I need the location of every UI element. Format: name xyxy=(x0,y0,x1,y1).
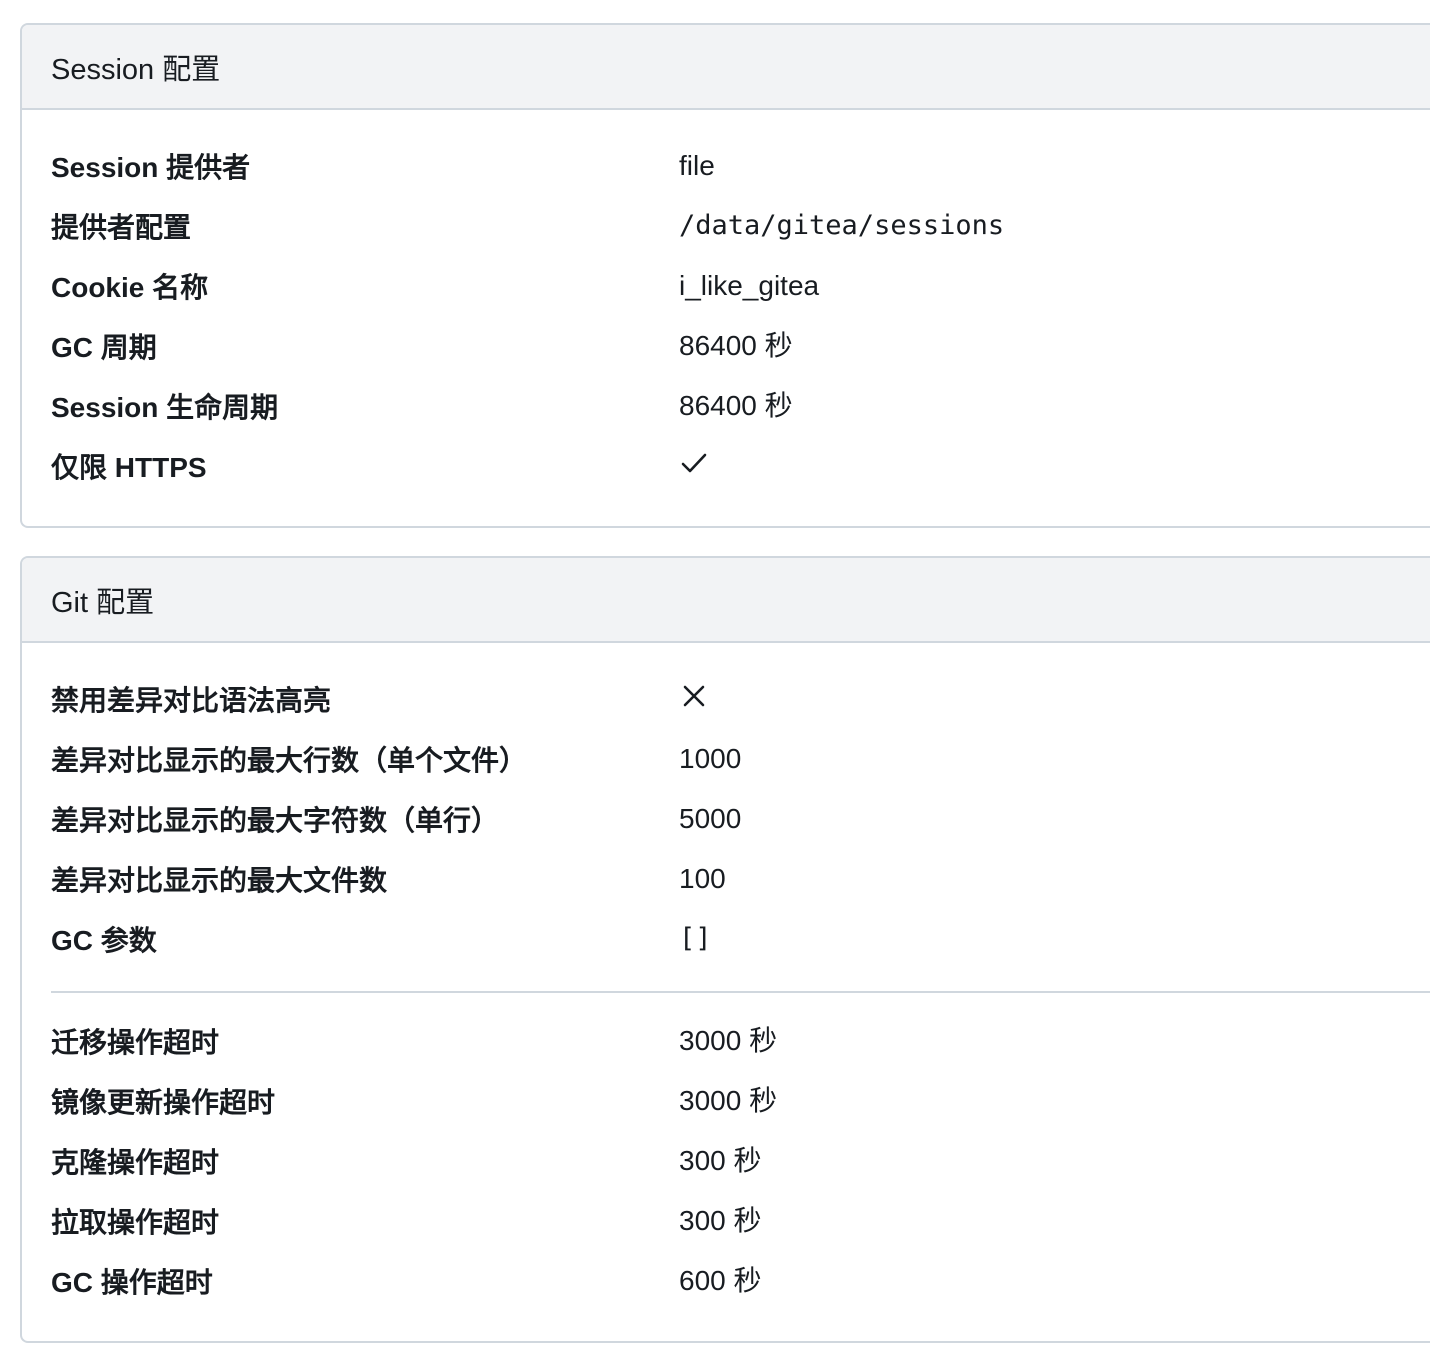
git-config-title: Git 配置 xyxy=(22,558,1430,643)
config-row: Cookie 名称 i_like_gitea xyxy=(22,258,1430,318)
config-label: GC 操作超时 xyxy=(51,1267,213,1298)
config-label: Session 提供者 xyxy=(51,152,251,183)
config-row: Session 生命周期 86400 秒 xyxy=(22,378,1430,438)
config-value: 3000 秒 xyxy=(679,1085,778,1116)
config-value: 3000 秒 xyxy=(679,1025,778,1056)
config-value: 600 秒 xyxy=(679,1265,762,1296)
config-label: 迁移操作超时 xyxy=(51,1027,220,1058)
config-value: 300 秒 xyxy=(679,1205,762,1236)
config-label: GC 参数 xyxy=(51,925,157,956)
config-value: 86400 秒 xyxy=(679,390,793,421)
config-label: 镜像更新操作超时 xyxy=(51,1087,276,1118)
config-value: i_like_gitea xyxy=(679,270,820,301)
session-config-title: Session 配置 xyxy=(22,25,1430,110)
config-label: 拉取操作超时 xyxy=(51,1207,220,1238)
config-label: 差异对比显示的最大行数（单个文件） xyxy=(51,745,528,776)
config-row: 克隆操作超时 300 秒 xyxy=(22,1133,1430,1193)
config-row: 差异对比显示的最大文件数 100 xyxy=(22,851,1430,911)
session-config-panel: Session 配置 Session 提供者 file 提供者配置 /data/… xyxy=(20,23,1430,528)
config-row: 差异对比显示的最大行数（单个文件） 1000 xyxy=(22,731,1430,791)
config-value: [] xyxy=(679,923,712,954)
config-row: Session 提供者 file xyxy=(22,138,1430,198)
config-row: GC 周期 86400 秒 xyxy=(22,318,1430,378)
cross-icon xyxy=(683,685,705,707)
config-row: 差异对比显示的最大字符数（单行） 5000 xyxy=(22,791,1430,851)
config-value: /data/gitea/sessions xyxy=(679,210,1005,241)
git-config-panel: Git 配置 禁用差异对比语法高亮 差异对比显示的最大行数（单个文件） 1000… xyxy=(20,556,1430,1343)
config-value: 86400 秒 xyxy=(679,330,793,361)
config-label: 提供者配置 xyxy=(51,212,192,243)
config-label: Session 生命周期 xyxy=(51,392,279,423)
config-label: 克隆操作超时 xyxy=(51,1147,220,1178)
config-value: file xyxy=(679,150,715,181)
config-label: 差异对比显示的最大字符数（单行） xyxy=(51,805,500,836)
config-value: 1000 xyxy=(679,743,742,774)
config-row: GC 操作超时 600 秒 xyxy=(22,1253,1430,1313)
check-icon xyxy=(681,453,707,473)
config-value: 300 秒 xyxy=(679,1145,762,1176)
config-label: 仅限 HTTPS xyxy=(51,452,207,483)
section-divider xyxy=(51,991,1430,993)
config-row: 迁移操作超时 3000 秒 xyxy=(22,1013,1430,1073)
config-value: 100 xyxy=(679,863,726,894)
config-label: GC 周期 xyxy=(51,332,157,363)
config-label: 禁用差异对比语法高亮 xyxy=(51,685,332,716)
config-label: 差异对比显示的最大文件数 xyxy=(51,865,388,896)
config-row: GC 参数 [] xyxy=(22,911,1430,971)
config-row: 仅限 HTTPS xyxy=(22,438,1430,498)
config-value: 5000 xyxy=(679,803,742,834)
config-row: 镜像更新操作超时 3000 秒 xyxy=(22,1073,1430,1133)
config-row: 拉取操作超时 300 秒 xyxy=(22,1193,1430,1253)
config-row: 禁用差异对比语法高亮 xyxy=(22,671,1430,731)
config-row: 提供者配置 /data/gitea/sessions xyxy=(22,198,1430,258)
config-label: Cookie 名称 xyxy=(51,272,209,303)
